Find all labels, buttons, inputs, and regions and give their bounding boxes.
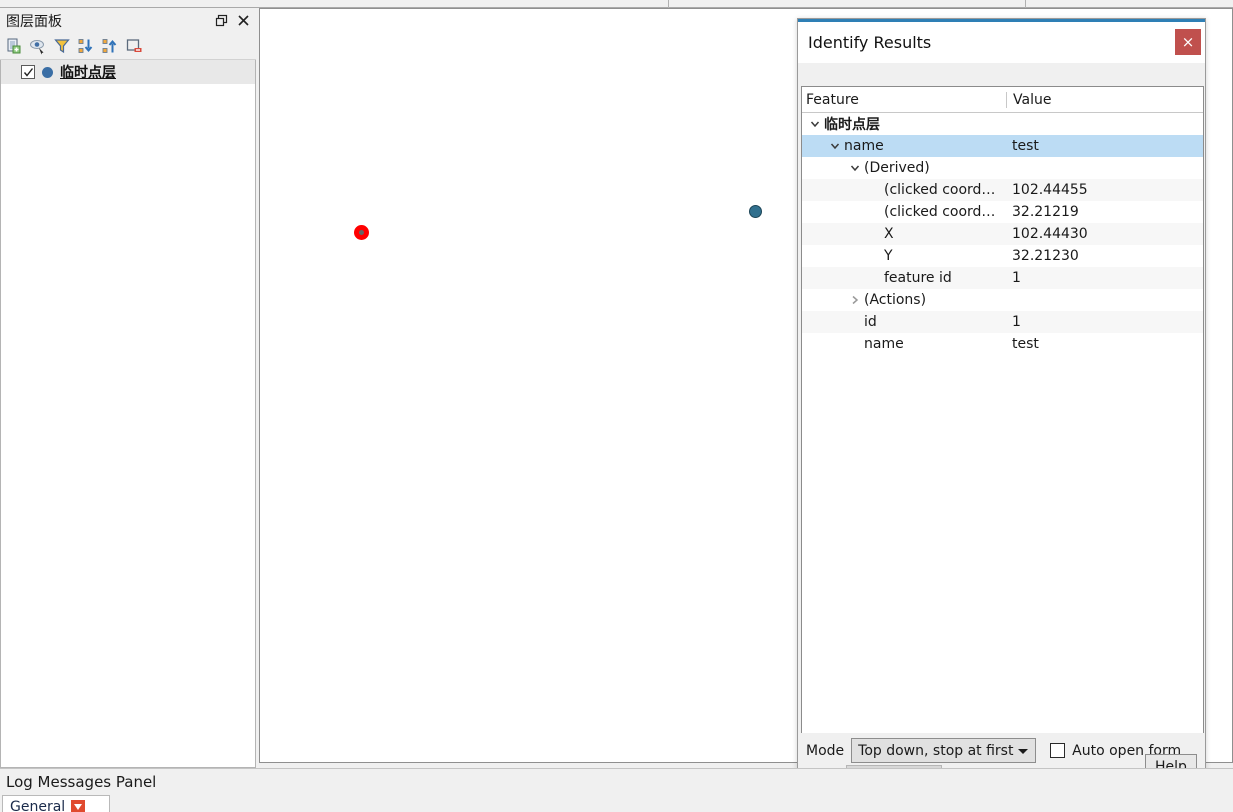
close-icon[interactable] (234, 12, 252, 30)
tree-cell-value: test (1012, 138, 1039, 154)
open-layer-styling-icon[interactable] (3, 36, 24, 57)
tree-row[interactable]: name test (802, 333, 1203, 355)
mode-row: Mode Top down, stop at first Auto open f… (806, 738, 1181, 763)
chevron-down-icon (1018, 748, 1029, 754)
layer-row[interactable]: 临时点层 (1, 60, 255, 84)
column-header-feature[interactable]: Feature (802, 92, 1006, 108)
mode-select[interactable]: Top down, stop at first (851, 738, 1037, 763)
tree-cell-feature: 临时点层 (802, 114, 1006, 134)
chevron-down-icon[interactable] (846, 159, 864, 177)
tree-row[interactable]: (clicked coord… 102.44455 (802, 179, 1203, 201)
tree-cell-value: 102.44455 (1012, 182, 1088, 198)
tree-feature-label: (clicked coord… (884, 182, 996, 198)
identify-title: Identify Results (808, 33, 932, 52)
tree-body: 临时点层 name test (Derived) (clicked coord… 102.… (802, 113, 1203, 355)
float-icon[interactable] (212, 12, 230, 30)
close-icon[interactable]: × (1175, 29, 1201, 55)
tree-cell-feature: (clicked coord… (802, 181, 1006, 199)
tree-row[interactable]: (clicked coord… 32.21219 (802, 201, 1203, 223)
point-symbol-icon (42, 66, 53, 78)
tree-feature-label: name (844, 138, 884, 154)
tree-header: Feature Value (802, 87, 1203, 113)
layers-panel-title: 图层面板 (6, 13, 62, 30)
map-point-selected[interactable] (354, 225, 369, 240)
tree-feature-label: 临时点层 (824, 117, 880, 133)
tree-row[interactable]: id 1 (802, 311, 1203, 333)
tree-row[interactable]: (Actions) (802, 289, 1203, 311)
identify-results-tree[interactable]: Feature Value 临时点层 name test (Derived) (clic… (801, 86, 1204, 734)
chevron-right-icon[interactable] (846, 291, 864, 309)
expand-all-icon[interactable] (75, 36, 96, 57)
tree-feature-label: feature id (884, 270, 952, 286)
mode-select-value: Top down, stop at first (858, 742, 1014, 759)
tree-feature-label: name (864, 336, 904, 352)
tree-cell-value: 102.44430 (1012, 226, 1088, 242)
layers-tree[interactable]: 临时点层 (0, 60, 256, 768)
layer-name-label[interactable]: 临时点层 (60, 62, 116, 82)
identify-toolbar (798, 63, 1205, 85)
tree-feature-label: Y (884, 248, 893, 264)
identify-results-dialog: Identify Results × Feature Value 临时点层 nam… (797, 18, 1206, 790)
chevron-down-icon[interactable] (806, 115, 824, 133)
manage-map-themes-icon[interactable] (27, 36, 48, 57)
log-tab-general[interactable]: General (2, 795, 110, 812)
toolbar-separator-2 (1025, 0, 1026, 8)
tree-row[interactable]: 临时点层 (802, 113, 1203, 135)
tree-cell-feature: name (802, 335, 1006, 353)
tree-cell-feature: feature id (802, 269, 1006, 287)
log-tab-label: General (10, 798, 66, 812)
warning-icon (71, 799, 86, 812)
chevron-down-icon[interactable] (826, 137, 844, 155)
collapse-all-icon[interactable] (99, 36, 120, 57)
tree-feature-label: (clicked coord… (884, 204, 996, 220)
log-panel-title: Log Messages Panel (6, 773, 157, 791)
toolbar-separator-1 (668, 0, 669, 8)
layers-panel-titlebar: 图层面板 (0, 8, 256, 33)
map-point-feature[interactable] (749, 205, 762, 218)
remove-layer-icon[interactable] (123, 36, 144, 57)
tree-cell-feature: (Derived) (802, 159, 1006, 177)
identify-titlebar: Identify Results × (798, 22, 1205, 63)
tree-feature-label: id (864, 314, 877, 330)
tree-row[interactable]: feature id 1 (802, 267, 1203, 289)
qgis-main-window: 图层面板 临时点层 Identify Results × Feature Val… (0, 0, 1233, 812)
tree-cell-feature: id (802, 313, 1006, 331)
checkbox-box (1050, 743, 1066, 758)
top-toolbar-strip (0, 0, 1233, 8)
tree-row[interactable]: name test (802, 135, 1203, 157)
tree-cell-feature: (clicked coord… (802, 203, 1006, 221)
tree-cell-value: test (1012, 336, 1039, 352)
layers-panel-toolbar (0, 33, 256, 60)
tree-row[interactable]: Y 32.21230 (802, 245, 1203, 267)
tree-cell-feature: (Actions) (802, 291, 1006, 309)
log-messages-panel: Log Messages Panel General (0, 768, 1233, 812)
tree-row[interactable]: (Derived) (802, 157, 1203, 179)
tree-row[interactable]: X 102.44430 (802, 223, 1203, 245)
tree-cell-feature: X (802, 225, 1006, 243)
tree-cell-value: 1 (1012, 270, 1021, 286)
tree-cell-value: 1 (1012, 314, 1021, 330)
tree-cell-feature: Y (802, 247, 1006, 265)
layers-panel: 图层面板 临时点层 (0, 8, 256, 768)
tree-feature-label: (Actions) (864, 292, 927, 308)
column-header-value[interactable]: Value (1006, 91, 1203, 108)
tree-feature-label: X (884, 226, 894, 242)
tree-cell-value: 32.21230 (1012, 248, 1079, 264)
filter-legend-icon[interactable] (51, 36, 72, 57)
tree-feature-label: (Derived) (864, 160, 930, 176)
mode-label: Mode (806, 742, 845, 759)
tree-cell-feature: name (802, 137, 1006, 155)
layer-visibility-checkbox[interactable] (21, 65, 35, 79)
tree-cell-value: 32.21219 (1012, 204, 1079, 220)
